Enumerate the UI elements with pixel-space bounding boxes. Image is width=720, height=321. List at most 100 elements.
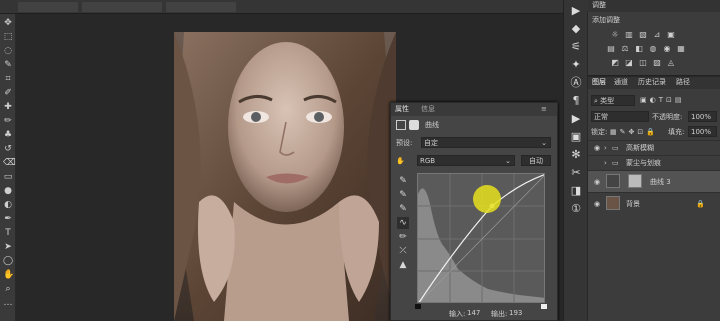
collapsed-panels-strip: ▶ ◆ ⚟ ✦ Ⓐ ¶ ▶ ▣ ✻ ✂ ◨ ① <box>563 0 587 321</box>
adjustment-icon[interactable]: ▧ <box>638 30 648 40</box>
clone-stamp-icon[interactable]: ♣ <box>3 130 13 140</box>
crop-tool-icon[interactable]: ⌗ <box>3 74 13 84</box>
adjustment-icon[interactable]: ◫ <box>638 58 648 68</box>
arrow-icon[interactable]: ▶ <box>569 112 583 126</box>
tab-history[interactable]: 历史记录 <box>638 77 666 88</box>
eraser-tool-icon[interactable]: ⌫ <box>3 158 16 168</box>
layer-mask-thumbnail[interactable] <box>628 174 642 188</box>
adjustment-icon[interactable]: ⊿ <box>652 30 662 40</box>
paragraph-icon[interactable]: ¶ <box>569 94 583 108</box>
adjustment-icon[interactable]: ◪ <box>624 58 634 68</box>
more-tools-icon[interactable]: … <box>3 298 13 308</box>
visibility-icon[interactable]: ◉ <box>594 177 600 187</box>
opacity-input[interactable]: 100% <box>688 111 717 122</box>
layer-row[interactable]: › ▭ 蒙尘与划痕 <box>588 155 720 170</box>
preset-label: 预设: <box>396 139 413 147</box>
healing-brush-icon[interactable]: ✚ <box>3 102 13 112</box>
tab-channels[interactable]: 通道 <box>614 77 628 88</box>
edit-points-icon[interactable]: ∿ <box>397 217 409 229</box>
sample-black-point-icon[interactable]: ✎ <box>397 175 409 187</box>
preset-select[interactable]: 自定 ⌄ <box>421 137 551 148</box>
hand-tool-icon[interactable]: ✋ <box>3 270 14 280</box>
type-tool-icon[interactable]: T <box>3 228 13 238</box>
panel-menu-icon[interactable]: ≡ <box>541 105 547 114</box>
adjustment-icon[interactable]: ⚖ <box>620 44 630 54</box>
adjustment-icon[interactable]: ☼ <box>610 30 620 40</box>
adjustment-icon[interactable]: ▨ <box>652 58 662 68</box>
portrait-photo[interactable] <box>174 32 396 321</box>
layers-panel: 图层 通道 历史记录 路径 ⌕ 类型 ▣◐T⊡▤ 正常 不透明度: 100% 锁… <box>588 77 720 321</box>
zoom-tool-icon[interactable]: ⌕ <box>3 284 13 294</box>
sample-white-point-icon[interactable]: ✎ <box>397 203 409 215</box>
adjustment-icon[interactable]: ▥ <box>624 30 634 40</box>
snowflake-icon[interactable]: ✻ <box>569 148 583 162</box>
marquee-tool-icon[interactable]: ⬚ <box>3 32 13 42</box>
blend-mode-select[interactable]: 正常 <box>591 111 649 122</box>
layer-row-selected[interactable]: ◉ 曲线 3 <box>588 170 720 192</box>
gradient-tool-icon[interactable]: ▭ <box>3 172 13 182</box>
chevron-down-icon: ⌄ <box>541 139 547 147</box>
adjustment-icon[interactable]: ▦ <box>676 44 686 54</box>
layer-row[interactable]: ◉ 背景 🔒 <box>588 192 720 214</box>
dodge-tool-icon[interactable]: ◐ <box>3 200 13 210</box>
black-point-slider[interactable] <box>415 304 421 309</box>
quick-select-tool-icon[interactable]: ✎ <box>3 60 13 70</box>
lasso-tool-icon[interactable]: ◌ <box>3 46 13 56</box>
mask-icon[interactable] <box>409 120 419 130</box>
adjust-icon[interactable]: ⚟ <box>569 40 583 54</box>
adjustment-icon[interactable]: ▤ <box>606 44 616 54</box>
filter-icons[interactable]: ▣◐T⊡▤ <box>640 95 684 105</box>
adjustment-icon[interactable]: ◉ <box>662 44 672 54</box>
layer-name: 蒙尘与划痕 <box>626 159 661 167</box>
eyedropper-tool-icon[interactable]: ✐ <box>3 88 13 98</box>
play-icon[interactable]: ▶ <box>569 4 583 18</box>
adjustment-icon[interactable]: ▣ <box>666 30 676 40</box>
history-brush-icon[interactable]: ↺ <box>3 144 13 154</box>
brush-tool-icon[interactable]: ✏ <box>3 116 13 126</box>
chevron-right-icon[interactable]: › <box>604 158 607 168</box>
visibility-icon[interactable]: ◉ <box>594 143 600 153</box>
auto-button[interactable]: 自动 <box>521 155 551 166</box>
layer-row[interactable]: ◉ › ▭ 高斯模糊 <box>588 140 720 155</box>
swatch-icon[interactable]: ◨ <box>569 184 583 198</box>
pen-tool-icon[interactable]: ✒ <box>3 214 13 224</box>
smooth-curve-icon[interactable]: ⤫ <box>397 245 409 257</box>
document-tab[interactable] <box>166 2 236 12</box>
white-point-slider[interactable] <box>541 304 547 309</box>
document-tab[interactable] <box>18 2 78 12</box>
draw-curve-icon[interactable]: ✏ <box>397 231 409 243</box>
tab-layers[interactable]: 图层 <box>592 77 606 88</box>
document-tab[interactable] <box>82 2 162 12</box>
info-icon[interactable]: ① <box>569 202 583 216</box>
lock-icons[interactable]: ▦✎✥⊡🔒 <box>610 127 658 137</box>
visibility-icon[interactable]: ◉ <box>594 199 600 209</box>
adjustment-icon[interactable]: ◩ <box>610 58 620 68</box>
layer-name: 背景 <box>626 200 640 208</box>
path-select-icon[interactable]: ➤ <box>3 242 13 252</box>
fill-label: 填充: <box>668 128 685 136</box>
channel-select[interactable]: RGB ⌄ <box>417 155 515 166</box>
channel-eyedropper-icon[interactable]: ✋ <box>396 156 405 166</box>
layer-kind-filter[interactable]: ⌕ 类型 <box>591 95 635 106</box>
sample-gray-point-icon[interactable]: ✎ <box>397 189 409 201</box>
preset-value: 自定 <box>424 139 438 147</box>
adjustment-icon[interactable]: ◍ <box>648 44 658 54</box>
layer-thumbnail <box>606 196 620 210</box>
shape-tool-icon[interactable]: ◯ <box>3 256 13 266</box>
diamond-icon[interactable]: ◆ <box>569 22 583 36</box>
tab-adjustments[interactable]: 调整 <box>592 0 606 11</box>
move-tool-icon[interactable]: ✥ <box>3 18 13 28</box>
chevron-right-icon[interactable]: › <box>604 143 607 153</box>
clipping-warning-icon[interactable]: ▲ <box>397 259 409 271</box>
layer-comp-icon[interactable]: ▣ <box>569 130 583 144</box>
fill-input[interactable]: 100% <box>688 126 717 137</box>
tab-info[interactable]: 信息 <box>421 105 435 114</box>
tab-properties[interactable]: 属性 <box>395 105 409 114</box>
adjustment-icon[interactable]: ◬ <box>666 58 676 68</box>
adjustment-icon[interactable]: ◧ <box>634 44 644 54</box>
blur-tool-icon[interactable]: ● <box>3 186 13 196</box>
tab-paths[interactable]: 路径 <box>676 77 690 88</box>
scissors-icon[interactable]: ✂ <box>569 166 583 180</box>
character-icon[interactable]: Ⓐ <box>569 76 583 90</box>
star-icon[interactable]: ✦ <box>569 58 583 72</box>
